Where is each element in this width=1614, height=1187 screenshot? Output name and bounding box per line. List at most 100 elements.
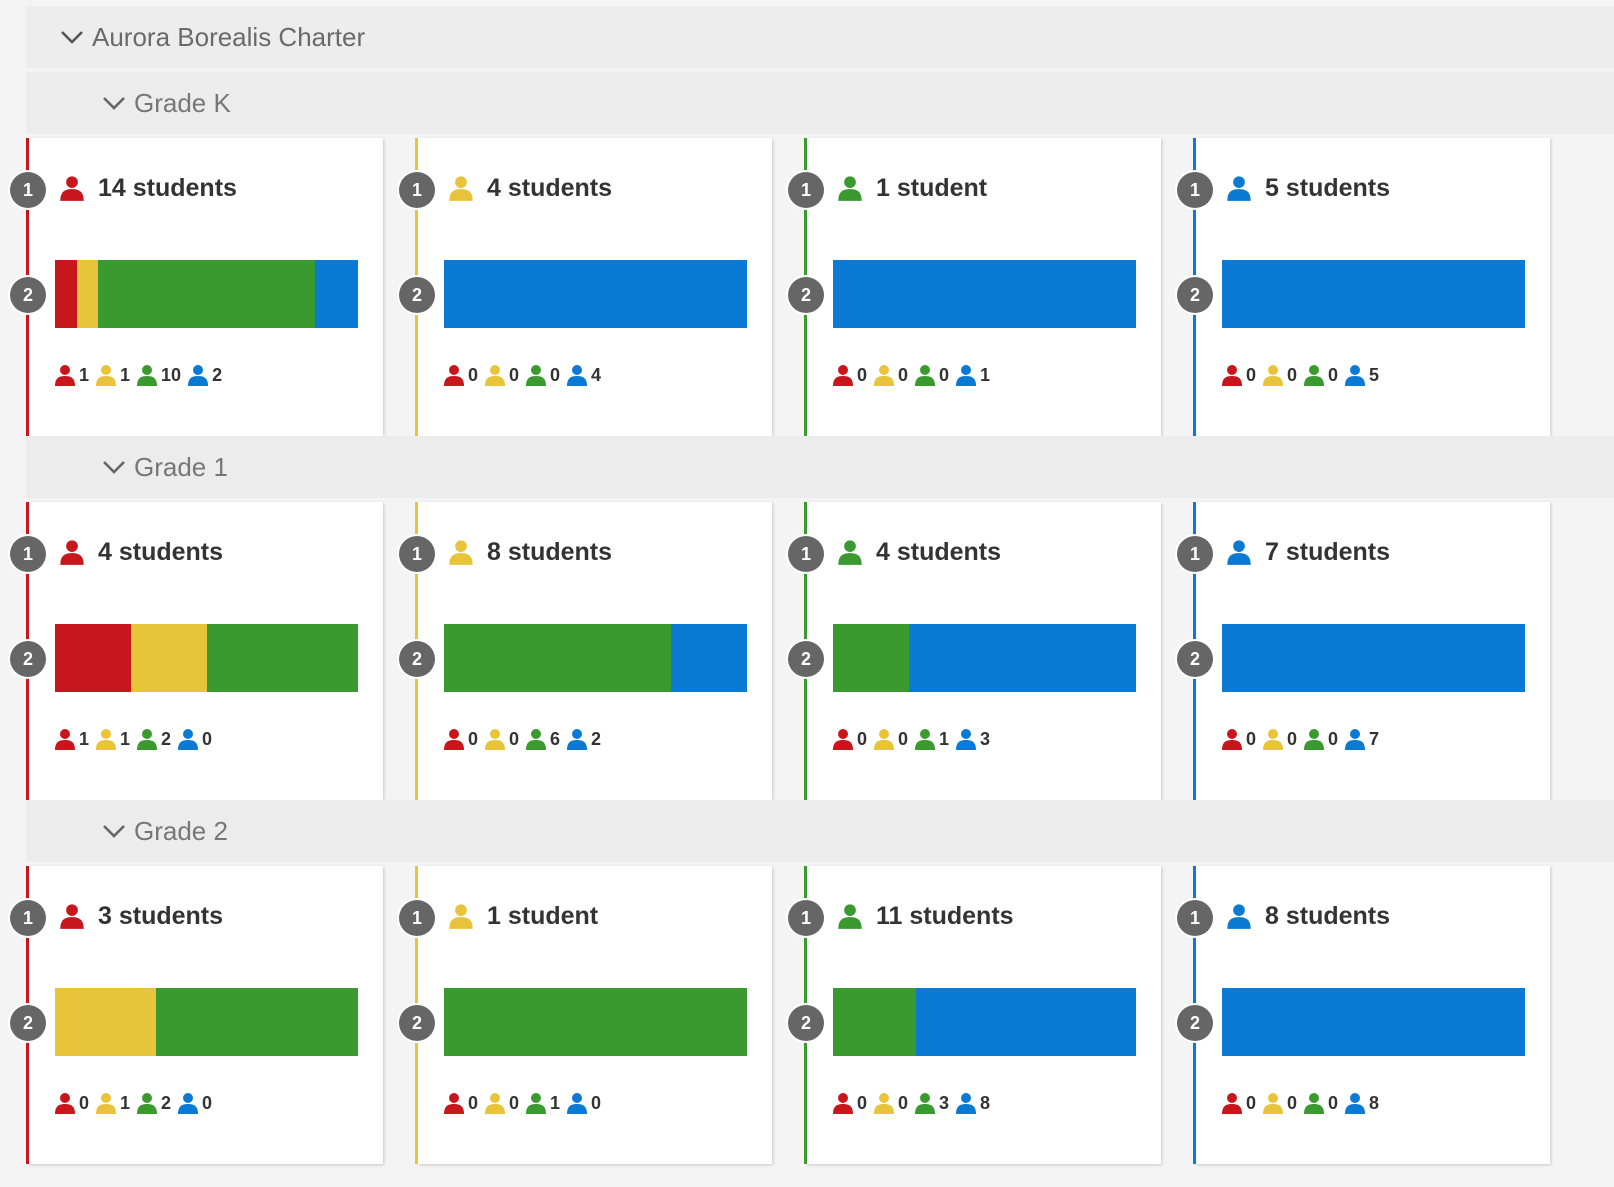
student-count-title: 5 students bbox=[1265, 174, 1391, 202]
chevron-down-icon[interactable] bbox=[102, 819, 126, 843]
distribution-bar bbox=[444, 624, 747, 692]
chevron-down-icon[interactable] bbox=[102, 91, 126, 115]
count-item-green: 0 bbox=[524, 364, 560, 386]
step-badge: 1 bbox=[1177, 900, 1213, 936]
count-item-red: 0 bbox=[53, 1092, 89, 1114]
student-count-title: 14 students bbox=[98, 174, 237, 202]
student-count-title: 7 students bbox=[1265, 538, 1391, 566]
school-header[interactable]: Aurora Borealis Charter bbox=[26, 6, 1614, 68]
level-card-green[interactable]: 1 2 4 students 0 0 1 3 bbox=[788, 502, 1161, 800]
level-counts: 0 0 1 3 bbox=[831, 728, 995, 750]
step-badge: 1 bbox=[10, 172, 46, 208]
bar-segment-blue bbox=[1222, 260, 1525, 328]
distribution-bar bbox=[55, 988, 358, 1056]
bar-segment-green bbox=[206, 624, 358, 692]
person-icon bbox=[483, 364, 507, 386]
count-item-blue: 0 bbox=[176, 728, 212, 750]
chevron-down-icon[interactable] bbox=[60, 25, 84, 49]
step-badge: 2 bbox=[788, 277, 824, 313]
level-card-green[interactable]: 1 2 11 students 0 0 3 8 bbox=[788, 866, 1161, 1164]
step-badge: 2 bbox=[788, 641, 824, 677]
person-icon bbox=[1220, 1092, 1244, 1114]
step-badge: 1 bbox=[788, 172, 824, 208]
level-card-red[interactable]: 1 2 4 students 1 1 2 0 bbox=[10, 502, 383, 800]
level-card-yellow[interactable]: 1 2 8 students 0 0 6 2 bbox=[399, 502, 772, 800]
level-card-green[interactable]: 1 2 1 student 0 0 0 1 bbox=[788, 138, 1161, 436]
level-card-red[interactable]: 1 2 3 students 0 1 2 0 bbox=[10, 866, 383, 1164]
chevron-down-icon[interactable] bbox=[102, 455, 126, 479]
grade-header[interactable]: Grade 1 bbox=[26, 436, 1614, 498]
count-value: 0 bbox=[939, 364, 950, 385]
level-counts: 1 1 10 2 bbox=[53, 364, 227, 386]
bar-segment-red bbox=[55, 260, 77, 328]
count-item-green: 2 bbox=[135, 1092, 171, 1114]
person-icon bbox=[447, 539, 475, 567]
level-counts: 0 0 0 8 bbox=[1220, 1092, 1384, 1114]
person-icon bbox=[53, 728, 77, 750]
level-card-yellow[interactable]: 1 2 1 student 0 0 1 0 bbox=[399, 866, 772, 1164]
bar-segment-yellow bbox=[76, 260, 99, 328]
student-count-title: 8 students bbox=[487, 538, 613, 566]
count-value: 1 bbox=[79, 364, 90, 385]
card-title: 14 students bbox=[58, 174, 237, 203]
count-item-red: 0 bbox=[442, 728, 478, 750]
person-icon bbox=[831, 1092, 855, 1114]
grade-label: Grade 1 bbox=[134, 451, 228, 482]
distribution-bar bbox=[444, 260, 747, 328]
count-value: 1 bbox=[550, 1092, 561, 1113]
level-card-blue[interactable]: 1 2 7 students 0 0 0 7 bbox=[1177, 502, 1550, 800]
person-icon bbox=[176, 1092, 200, 1114]
distribution-bar bbox=[1222, 624, 1525, 692]
level-card-blue[interactable]: 1 2 8 students 0 0 0 8 bbox=[1177, 866, 1550, 1164]
count-item-green: 0 bbox=[913, 364, 949, 386]
bar-segment-green bbox=[833, 988, 916, 1056]
count-value: 0 bbox=[591, 1092, 602, 1113]
person-icon bbox=[1225, 175, 1253, 203]
count-item-green: 0 bbox=[1302, 728, 1338, 750]
step-badge: 1 bbox=[10, 536, 46, 572]
student-count-title: 1 student bbox=[876, 174, 988, 202]
level-counts: 0 0 1 0 bbox=[442, 1092, 606, 1114]
person-icon bbox=[58, 539, 86, 567]
count-value: 2 bbox=[161, 1092, 172, 1113]
count-value: 0 bbox=[202, 1092, 213, 1113]
level-counts: 0 0 0 5 bbox=[1220, 364, 1384, 386]
count-value: 0 bbox=[857, 728, 868, 749]
count-item-yellow: 0 bbox=[1261, 1092, 1297, 1114]
person-icon bbox=[913, 728, 937, 750]
level-card-red[interactable]: 1 2 14 students 1 1 10 2 bbox=[10, 138, 383, 436]
count-item-red: 1 bbox=[53, 728, 89, 750]
count-value: 0 bbox=[509, 364, 520, 385]
distribution-bar bbox=[833, 624, 1136, 692]
level-card-yellow[interactable]: 1 2 4 students 0 0 0 4 bbox=[399, 138, 772, 436]
person-icon bbox=[872, 1092, 896, 1114]
level-counts: 0 0 0 1 bbox=[831, 364, 995, 386]
step-badge: 2 bbox=[399, 641, 435, 677]
count-value: 2 bbox=[161, 728, 172, 749]
count-item-green: 1 bbox=[913, 728, 949, 750]
level-card-blue[interactable]: 1 2 5 students 0 0 0 5 bbox=[1177, 138, 1550, 436]
count-value: 0 bbox=[1287, 728, 1298, 749]
person-icon bbox=[1225, 539, 1253, 567]
grade-row: 1 2 4 students 1 1 2 0 1 2 8 students 0 0 6 2 1 2 4 stud… bbox=[0, 502, 1614, 800]
bar-segment-blue bbox=[1222, 624, 1525, 692]
distribution-bar bbox=[833, 260, 1136, 328]
person-icon bbox=[483, 728, 507, 750]
step-badge: 2 bbox=[1177, 277, 1213, 313]
count-item-green: 6 bbox=[524, 728, 560, 750]
grade-header[interactable]: Grade K bbox=[26, 72, 1614, 134]
person-icon bbox=[913, 1092, 937, 1114]
person-icon bbox=[442, 364, 466, 386]
person-icon bbox=[1261, 364, 1285, 386]
bar-segment-blue bbox=[908, 624, 1136, 692]
count-item-blue: 7 bbox=[1343, 728, 1379, 750]
grade-row: 1 2 3 students 0 1 2 0 1 2 1 student 0 0 1 0 1 2 11 stud… bbox=[0, 866, 1614, 1164]
count-item-yellow: 1 bbox=[94, 1092, 130, 1114]
step-badge: 1 bbox=[788, 536, 824, 572]
person-icon bbox=[447, 175, 475, 203]
person-icon bbox=[94, 364, 118, 386]
person-icon bbox=[872, 364, 896, 386]
count-item-red: 0 bbox=[1220, 364, 1256, 386]
count-value: 0 bbox=[898, 364, 909, 385]
grade-header[interactable]: Grade 2 bbox=[26, 800, 1614, 862]
